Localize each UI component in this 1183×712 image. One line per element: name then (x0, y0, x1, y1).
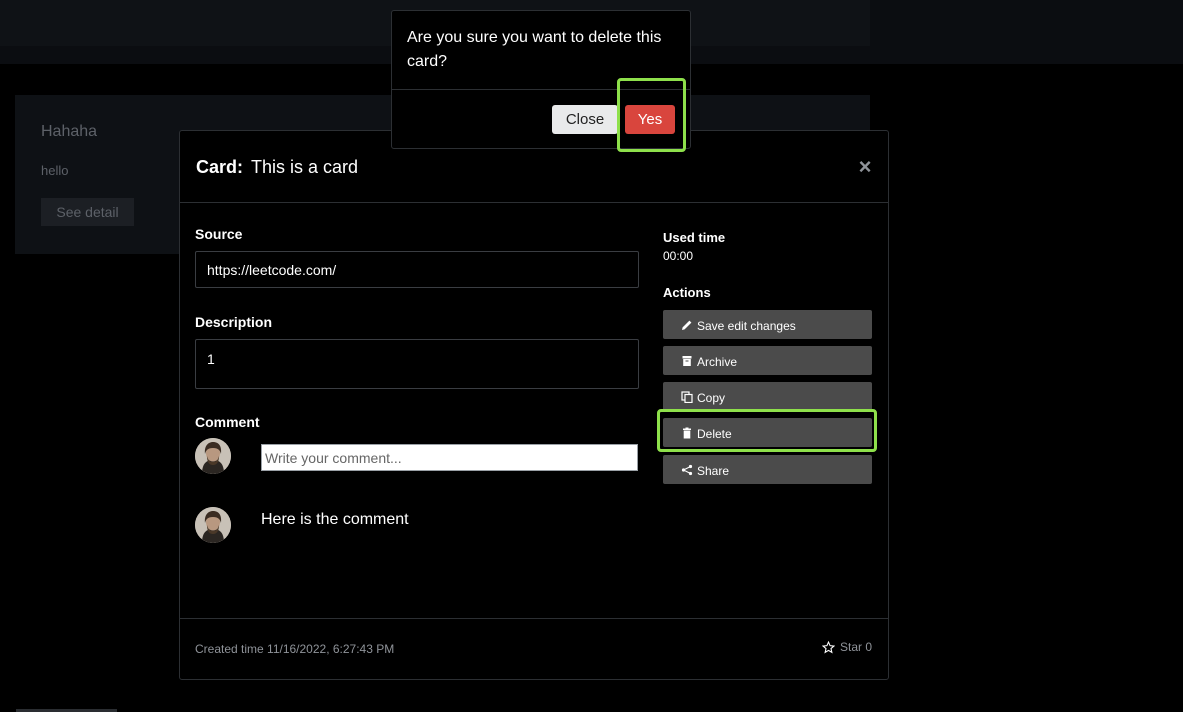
trash-icon (683, 427, 691, 438)
background-card-text: hello (41, 163, 69, 178)
copy-icon (681, 390, 693, 403)
background-card-title: Hahaha (41, 123, 98, 140)
source-field[interactable]: https://leetcode.com/ (195, 251, 639, 288)
comment-input[interactable] (261, 444, 638, 471)
modal-footer: Created time 11/16/2022, 6:27:43 PM Star… (180, 618, 888, 679)
copy-button[interactable]: Copy (663, 382, 872, 411)
yes-button[interactable]: Yes (625, 105, 675, 134)
delete-confirm-dialog: Are you sure you want to delete this car… (391, 10, 691, 149)
pencil-icon (682, 320, 692, 330)
used-time-value: 00:00 (663, 249, 694, 263)
star-label: Star 0 (839, 640, 872, 654)
avatar (195, 438, 231, 474)
comment-label: Comment (195, 414, 260, 430)
card-name: This is a card (251, 157, 359, 177)
save-edit-changes-button[interactable]: Save edit changes (663, 310, 872, 339)
share-icon (681, 464, 693, 475)
card-modal: Card: This is a card × Source https://lee… (179, 130, 889, 680)
comment-text: Here is the comment (261, 511, 409, 528)
save-edit-changes-label: Save edit changes (697, 319, 796, 333)
close-button[interactable]: Close (552, 105, 618, 134)
star-icon (821, 640, 835, 653)
used-time-label: Used time (663, 230, 726, 245)
modal-title: Card: This is a card (196, 157, 358, 178)
share-button[interactable]: Share (663, 455, 872, 484)
archive-label: Archive (697, 355, 738, 369)
confirm-message: Are you sure you want to delete this car… (407, 29, 662, 70)
delete-label: Delete (697, 427, 732, 441)
created-time: Created time 11/16/2022, 6:27:43 PM (195, 642, 395, 656)
description-field[interactable]: 1 (195, 339, 639, 389)
comment-author-avatar (195, 507, 231, 543)
star-button[interactable]: Star 0 (821, 640, 872, 654)
source-label: Source (195, 226, 243, 242)
copy-label: Copy (697, 391, 726, 405)
modal-title-label: Card: (196, 157, 244, 177)
archive-button[interactable]: Archive (663, 346, 872, 375)
description-label: Description (195, 314, 273, 330)
see-detail-button: See detail (41, 198, 134, 226)
actions-label: Actions (663, 285, 711, 300)
share-label: Share (697, 464, 730, 478)
archive-icon (682, 355, 692, 366)
delete-button[interactable]: Delete (663, 418, 872, 447)
close-icon[interactable]: × (856, 156, 874, 178)
confirm-divider (392, 89, 690, 90)
